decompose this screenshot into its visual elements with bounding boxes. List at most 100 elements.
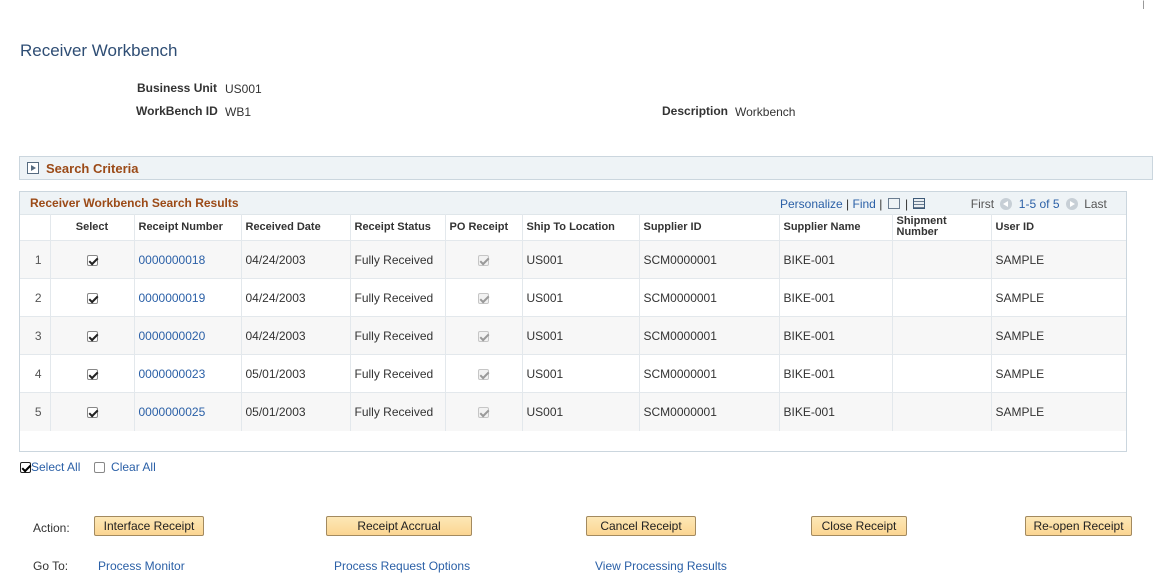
clear-all-checkbox-icon[interactable]	[93, 462, 105, 474]
row-select-checkbox[interactable]	[86, 368, 98, 380]
action-label: Action:	[33, 521, 70, 535]
table-row: 1 0000000018 04/24/2003 Fully Received U…	[20, 240, 1126, 279]
toolbar-separator: |	[904, 197, 912, 211]
cancel-receipt-button[interactable]: Cancel Receipt	[586, 516, 696, 536]
supplier-name-cell: BIKE-001	[778, 240, 892, 279]
column-header-po-receipt[interactable]: PO Receipt	[444, 214, 522, 241]
row-number: 4	[20, 354, 50, 393]
receipt-number-cell: 0000000020	[133, 316, 241, 355]
column-header-receipt-number[interactable]: Receipt Number	[133, 214, 241, 241]
shipment-number-cell	[891, 316, 991, 355]
find-link[interactable]: Find	[853, 197, 876, 211]
description-value: Workbench	[735, 105, 796, 119]
view-all-icon[interactable]	[887, 198, 900, 209]
receipt-status-cell: Fully Received	[349, 278, 445, 317]
search-criteria-section[interactable]: Search Criteria	[19, 156, 1153, 180]
receipt-number-cell: 0000000023	[133, 354, 241, 393]
page-title: Receiver Workbench	[20, 41, 178, 60]
previous-page-icon[interactable]	[1000, 198, 1013, 210]
receipt-status-cell: Fully Received	[349, 354, 445, 393]
process-request-options-link[interactable]: Process Request Options	[334, 559, 470, 573]
table-row: 3 0000000020 04/24/2003 Fully Received U…	[20, 316, 1126, 355]
po-receipt-cell	[444, 240, 522, 279]
ship-to-location-cell: US001	[521, 392, 639, 431]
personalize-link[interactable]: Personalize	[780, 197, 843, 211]
user-id-cell: SAMPLE	[990, 240, 1126, 279]
po-receipt-checkbox	[478, 330, 489, 342]
receipt-status-cell: Fully Received	[349, 240, 445, 279]
receipt-number-cell: 0000000019	[133, 278, 241, 317]
po-receipt-cell	[444, 354, 522, 393]
row-number: 2	[20, 278, 50, 317]
receipt-number-link[interactable]: 0000000025	[139, 405, 206, 419]
po-receipt-checkbox	[478, 292, 489, 304]
supplier-name-cell: BIKE-001	[778, 392, 892, 431]
user-id-cell: SAMPLE	[990, 354, 1126, 393]
column-header-receipt-status[interactable]: Receipt Status	[349, 214, 445, 241]
column-header-shipment-number[interactable]: Shipment Number	[891, 214, 991, 241]
column-header-received-date[interactable]: Received Date	[240, 214, 350, 241]
po-receipt-checkbox	[478, 254, 489, 266]
first-page-link[interactable]: First	[971, 197, 994, 211]
receipt-number-link[interactable]: 0000000020	[139, 329, 206, 343]
clear-all-link[interactable]: Clear All	[111, 460, 156, 474]
select-all-link[interactable]: Select All	[31, 460, 80, 474]
column-header-supplier-id[interactable]: Supplier ID	[638, 214, 779, 241]
po-receipt-checkbox	[478, 407, 489, 419]
received-date-cell: 04/24/2003	[240, 316, 350, 355]
column-header-select[interactable]: Select	[49, 214, 134, 241]
business-unit-value: US001	[225, 82, 262, 96]
supplier-id-cell: SCM0000001	[638, 240, 779, 279]
user-id-cell: SAMPLE	[990, 392, 1126, 431]
search-criteria-label[interactable]: Search Criteria	[46, 161, 139, 176]
receipt-number-link[interactable]: 0000000019	[139, 291, 206, 305]
row-select-checkbox[interactable]	[86, 254, 98, 266]
row-select-cell	[49, 354, 134, 393]
receipt-accrual-button[interactable]: Receipt Accrual	[326, 516, 472, 536]
description-label: Description	[662, 104, 729, 118]
grid-toolbar: Personalize | Find | | First 1-5 of 5 La…	[780, 197, 1107, 211]
column-header-ship-to-location[interactable]: Ship To Location	[521, 214, 639, 241]
next-page-icon[interactable]	[1065, 198, 1078, 210]
receipt-number-link[interactable]: 0000000023	[139, 367, 206, 381]
results-table: Select Receipt Number Received Date Rece…	[20, 214, 1126, 431]
user-id-cell: SAMPLE	[990, 278, 1126, 317]
row-select-cell	[49, 278, 134, 317]
close-receipt-button[interactable]: Close Receipt	[811, 516, 907, 536]
row-number: 5	[20, 392, 50, 431]
table-header-row: Select Receipt Number Received Date Rece…	[20, 214, 1126, 241]
shipment-number-cell	[891, 392, 991, 431]
expand-section-icon[interactable]	[27, 162, 39, 174]
last-page-link[interactable]: Last	[1084, 197, 1107, 211]
process-monitor-link[interactable]: Process Monitor	[98, 559, 185, 573]
supplier-id-cell: SCM0000001	[638, 392, 779, 431]
supplier-name-cell: BIKE-001	[778, 354, 892, 393]
table-body: 1 0000000018 04/24/2003 Fully Received U…	[20, 240, 1126, 431]
table-row: 2 0000000019 04/24/2003 Fully Received U…	[20, 278, 1126, 317]
ship-to-location-cell: US001	[521, 354, 639, 393]
workbench-id-value: WB1	[225, 105, 252, 119]
row-select-checkbox[interactable]	[86, 407, 98, 419]
receipt-number-link[interactable]: 0000000018	[139, 253, 206, 267]
row-select-cell	[49, 392, 134, 431]
reopen-receipt-button[interactable]: Re-open Receipt	[1025, 516, 1132, 536]
view-processing-results-link[interactable]: View Processing Results	[595, 559, 727, 573]
column-header-supplier-name[interactable]: Supplier Name	[778, 214, 892, 241]
row-select-checkbox[interactable]	[86, 292, 98, 304]
row-select-checkbox[interactable]	[86, 330, 98, 342]
download-grid-icon[interactable]	[913, 198, 926, 209]
goto-label: Go To:	[33, 559, 69, 573]
table-row: 5 0000000025 05/01/2003 Fully Received U…	[20, 392, 1126, 431]
receipt-status-cell: Fully Received	[349, 392, 445, 431]
grid-header: Receiver Workbench Search Results Person…	[20, 192, 1126, 215]
supplier-id-cell: SCM0000001	[638, 316, 779, 355]
column-header-user-id[interactable]: User ID	[990, 214, 1126, 241]
interface-receipt-button[interactable]: Interface Receipt	[94, 516, 204, 536]
workbench-id-label: WorkBench ID	[136, 104, 218, 118]
ship-to-location-cell: US001	[521, 240, 639, 279]
receipt-number-cell: 0000000018	[133, 240, 241, 279]
supplier-name-cell: BIKE-001	[778, 278, 892, 317]
row-select-cell	[49, 316, 134, 355]
select-all-checkbox-icon[interactable]	[20, 462, 31, 474]
toolbar-separator: |	[879, 197, 886, 211]
